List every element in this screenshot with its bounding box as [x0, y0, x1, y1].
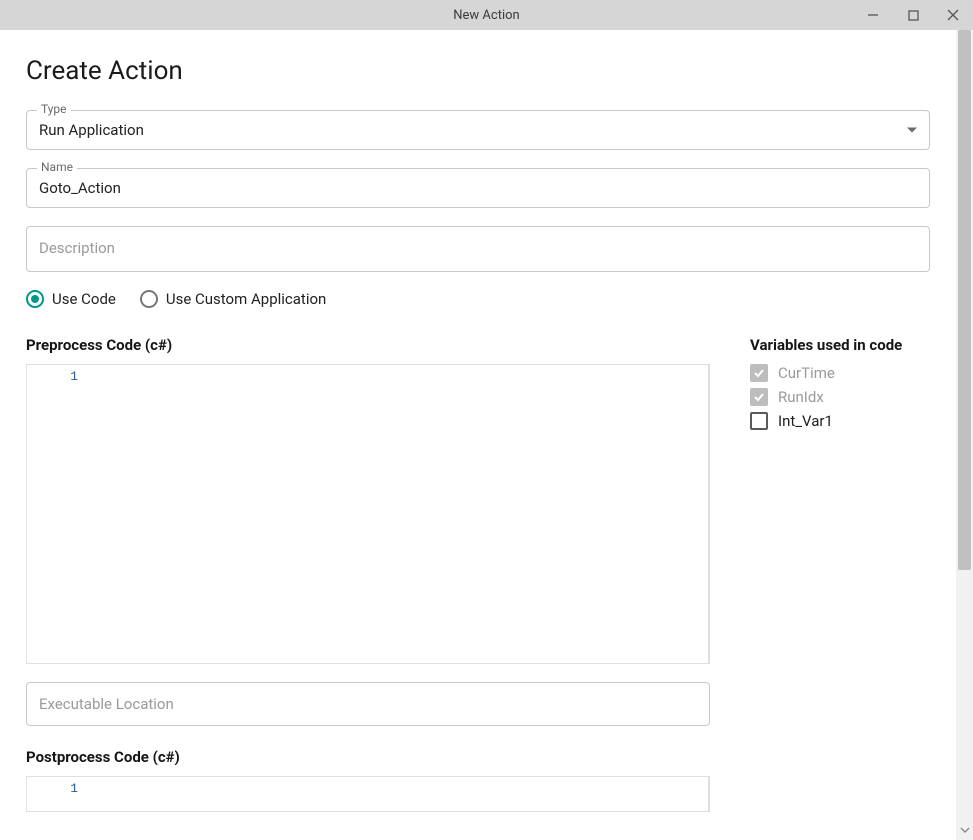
executable-location-input[interactable]: Executable Location	[26, 682, 710, 726]
vertical-scrollbar[interactable]	[956, 30, 973, 840]
checkbox-icon	[750, 364, 768, 382]
variable-curtime: CurTime	[750, 364, 930, 382]
window-controls	[853, 0, 973, 30]
variables-panel: Variables used in code CurTime RunIdx	[750, 336, 930, 812]
chevron-down-icon	[907, 128, 917, 133]
name-value: Goto_Action	[39, 179, 917, 199]
page-title: Create Action	[26, 56, 930, 86]
postprocess-code-area[interactable]	[87, 777, 709, 811]
checkbox-icon	[750, 388, 768, 406]
variable-int-var1[interactable]: Int_Var1	[750, 412, 930, 430]
description-input[interactable]: Description	[26, 226, 930, 272]
minimize-button[interactable]	[853, 0, 893, 30]
close-icon	[947, 9, 959, 21]
check-icon	[753, 391, 765, 403]
name-input[interactable]: Name Goto_Action	[26, 168, 930, 208]
maximize-icon	[908, 10, 919, 21]
maximize-button[interactable]	[893, 0, 933, 30]
variables-title: Variables used in code	[750, 336, 930, 354]
variable-runidx: RunIdx	[750, 388, 930, 406]
close-button[interactable]	[933, 0, 973, 30]
type-value: Run Application	[39, 121, 917, 141]
preprocess-gutter: 1	[27, 365, 87, 663]
line-number: 1	[27, 781, 78, 796]
executable-placeholder: Executable Location	[39, 695, 174, 713]
type-select[interactable]: Type Run Application	[26, 110, 930, 150]
variable-label: CurTime	[778, 364, 835, 382]
variables-list: CurTime RunIdx Int_Var1	[750, 364, 930, 430]
scroll-down-icon[interactable]	[956, 822, 973, 838]
radio-icon	[26, 290, 44, 308]
name-label: Name	[37, 160, 77, 174]
radio-use-code-label: Use Code	[52, 290, 116, 308]
postprocess-code-editor[interactable]: 1	[26, 776, 710, 812]
radio-icon	[140, 290, 158, 308]
preprocess-title: Preprocess Code (c#)	[26, 336, 710, 354]
left-column: Preprocess Code (c#) 1 Executable Locati…	[26, 336, 710, 812]
radio-use-custom-app-label: Use Custom Application	[166, 290, 326, 308]
line-number: 1	[27, 369, 78, 384]
check-icon	[753, 367, 765, 379]
window-title: New Action	[0, 8, 973, 23]
preprocess-code-area[interactable]	[87, 365, 709, 663]
postprocess-title: Postprocess Code (c#)	[26, 748, 710, 766]
radio-use-custom-app[interactable]: Use Custom Application	[140, 290, 326, 308]
minimize-icon	[867, 9, 879, 21]
preprocess-code-editor[interactable]: 1	[26, 364, 710, 664]
type-label: Type	[37, 102, 71, 116]
variable-label: Int_Var1	[778, 412, 833, 430]
radio-use-code[interactable]: Use Code	[26, 290, 116, 308]
description-placeholder: Description	[39, 239, 917, 259]
dialog-body: Create Action Type Run Application Name …	[0, 30, 956, 840]
mode-radio-group: Use Code Use Custom Application	[26, 290, 930, 308]
variable-label: RunIdx	[778, 388, 824, 406]
checkbox-icon	[750, 412, 768, 430]
postprocess-gutter: 1	[27, 777, 87, 811]
scrollbar-thumb[interactable]	[958, 30, 971, 570]
window-titlebar: New Action	[0, 0, 973, 30]
